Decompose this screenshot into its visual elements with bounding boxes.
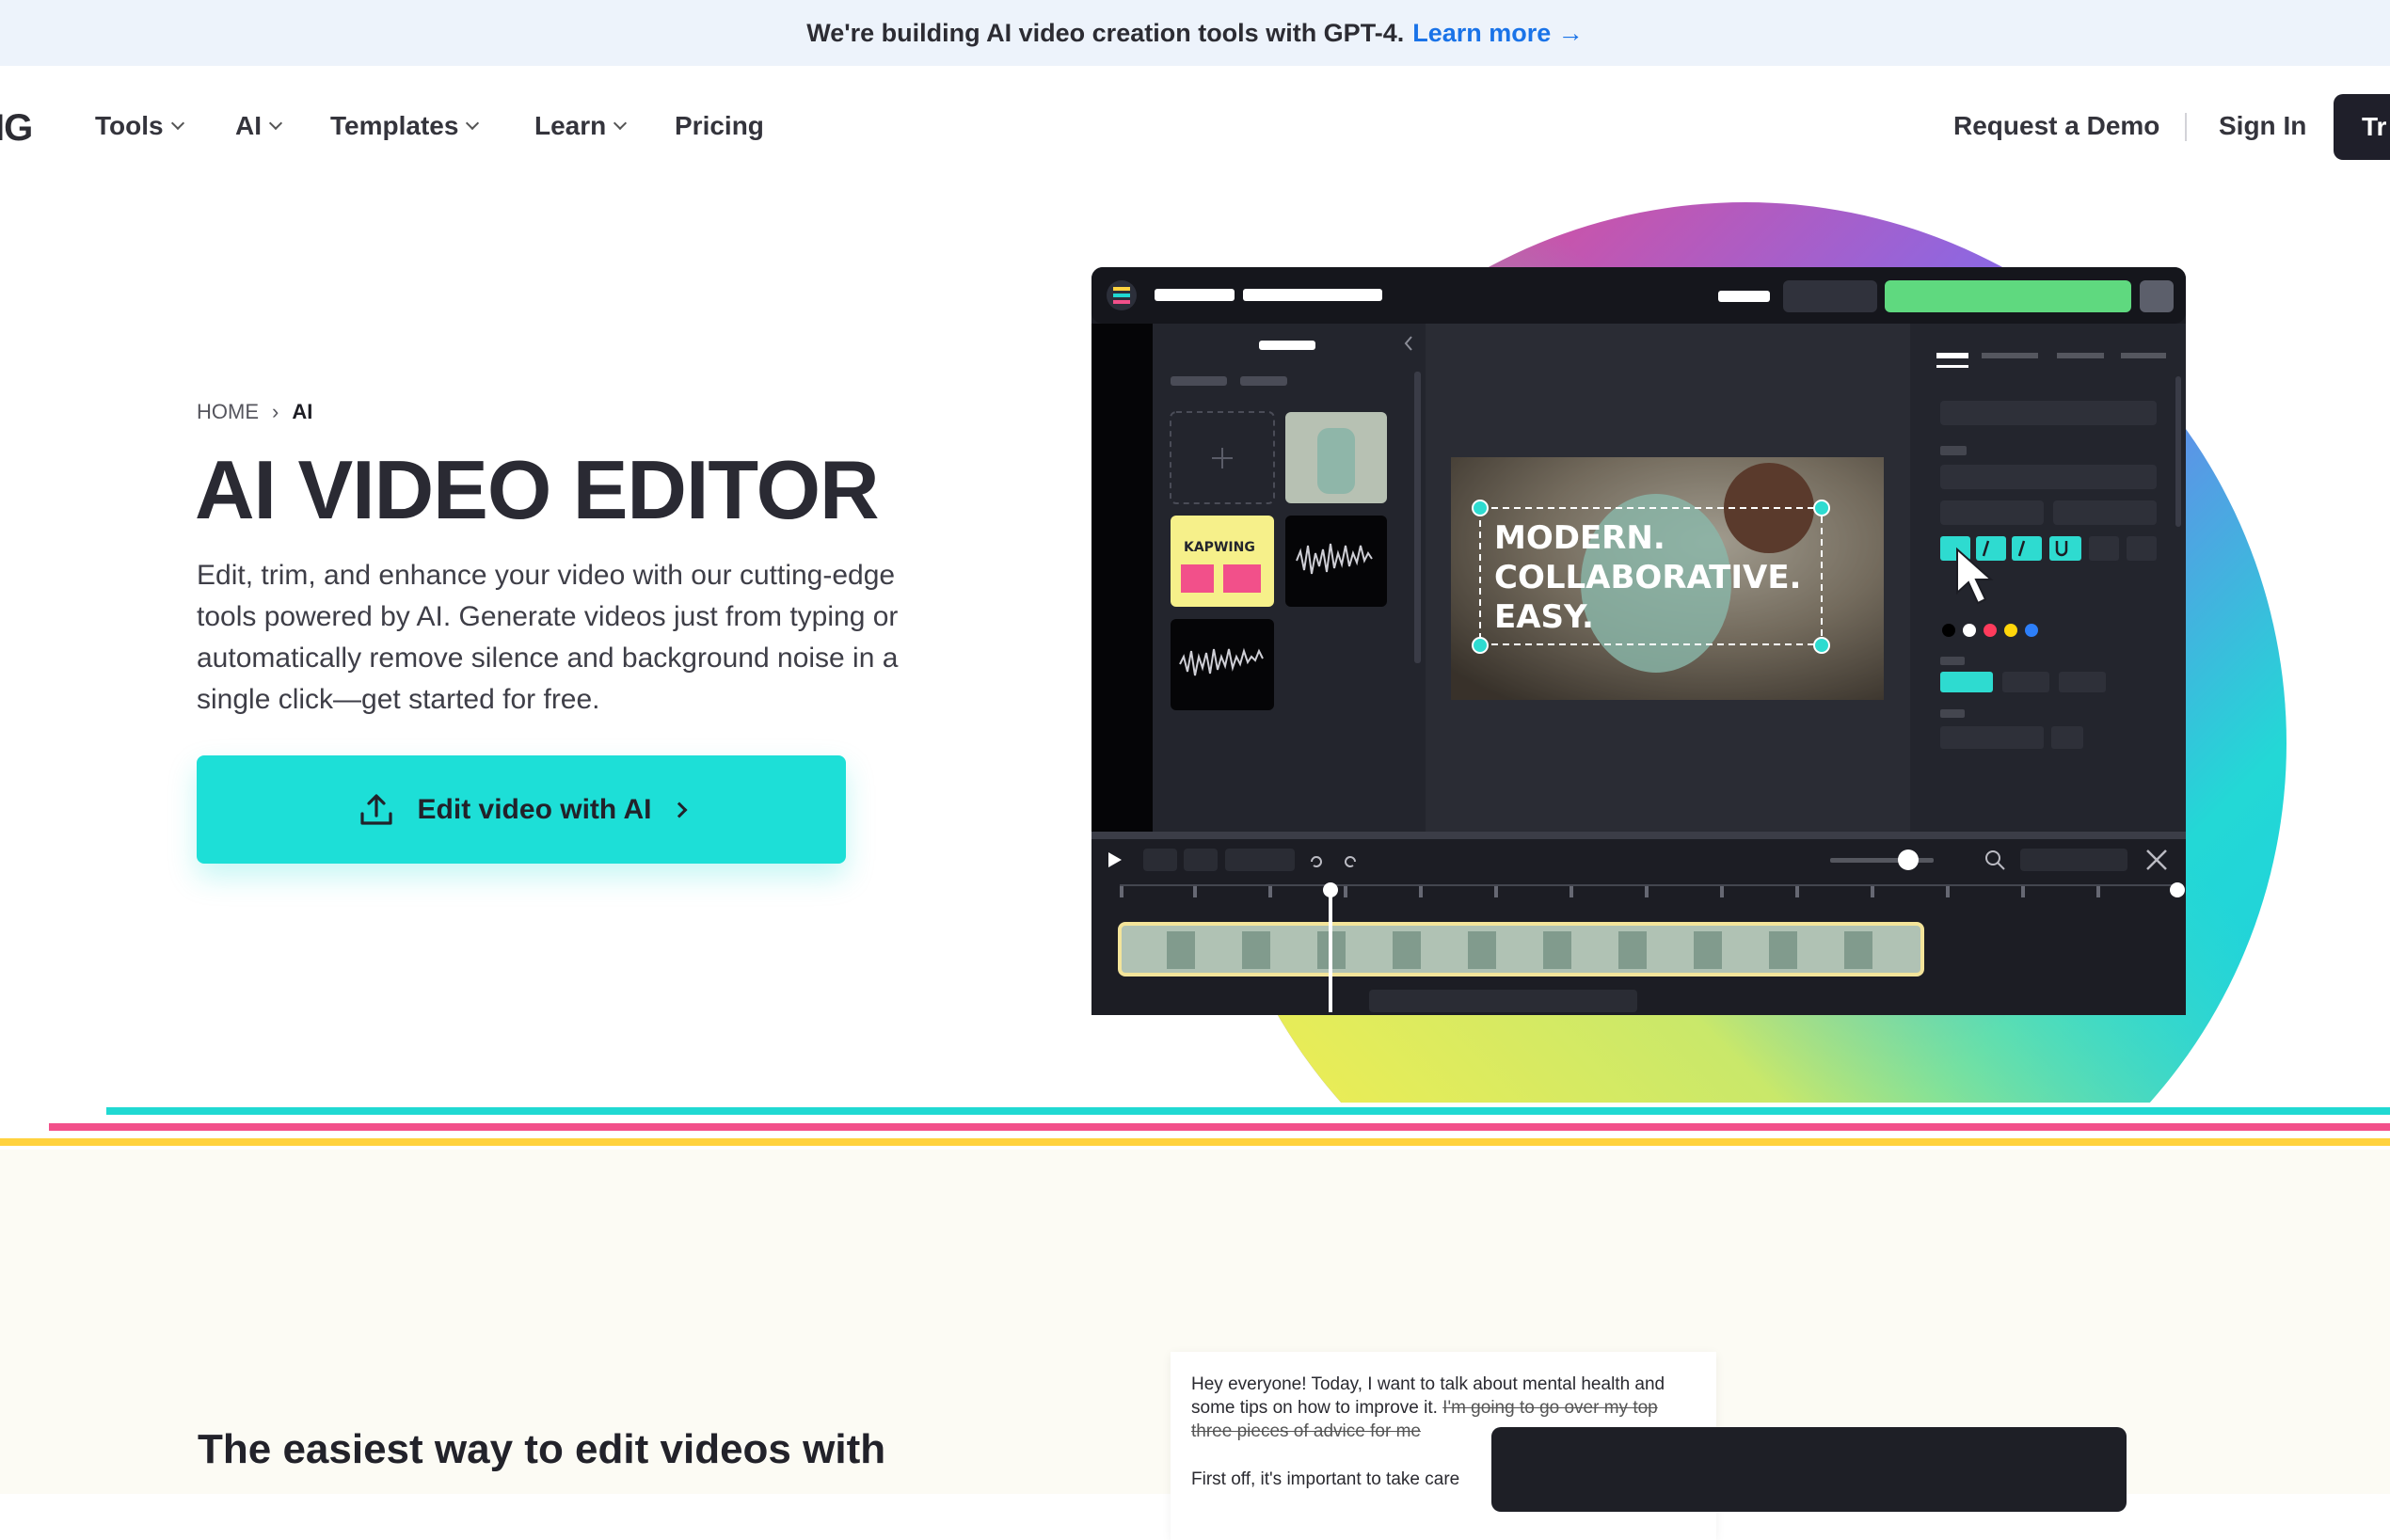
kapwing-card-text: KAPWING [1184, 540, 1255, 555]
page-title: AI VIDEO EDITOR [195, 443, 880, 536]
nav-templates[interactable]: Templates [330, 111, 480, 141]
nav-divider [2185, 113, 2187, 141]
nav-ai-label: AI [235, 111, 262, 140]
try-button[interactable]: Tr [2334, 94, 2390, 160]
logo[interactable]: IG [0, 107, 33, 150]
video-preview-card [1491, 1427, 2127, 1512]
nav-ai[interactable]: AI [235, 111, 283, 141]
color-swatch-black [1942, 624, 1955, 637]
nav-tools-label: Tools [95, 111, 164, 140]
sign-in-link[interactable]: Sign In [2219, 111, 2306, 141]
upload-icon [359, 793, 392, 825]
cursor-icon [1956, 547, 1994, 605]
announcement-banner: We're building AI video creation tools w… [0, 0, 2390, 66]
breadcrumb-separator: › [272, 400, 279, 423]
banner-text: We're building AI video creation tools w… [806, 18, 1405, 47]
hero-description: Edit, trim, and enhance your video with … [197, 560, 899, 715]
chevron-down-icon [466, 116, 480, 131]
breadcrumb: HOME › AI [197, 400, 312, 424]
chevron-down-icon [170, 116, 184, 131]
top-navigation: IG Tools AI Templates Learn Pricing Requ… [0, 66, 2390, 188]
caption-line-1: MODERN. [1494, 519, 1665, 557]
edit-video-with-ai-button[interactable]: Edit video with AI [197, 755, 846, 864]
nav-learn[interactable]: Learn [534, 111, 628, 141]
color-swatch-red [1984, 624, 1997, 637]
features-section: The easiest way to edit videos with Hey … [0, 1150, 2390, 1540]
nav-tools[interactable]: Tools [95, 111, 184, 141]
breadcrumb-current: AI [292, 400, 313, 423]
chevron-down-icon [268, 116, 283, 131]
breadcrumb-home[interactable]: HOME [197, 400, 259, 424]
color-swatch-blue [2025, 624, 2038, 637]
nav-pricing-label: Pricing [675, 111, 764, 140]
play-icon [1108, 852, 1122, 867]
nav-pricing[interactable]: Pricing [675, 111, 764, 141]
caption-line-2: COLLABORATIVE. [1494, 559, 1801, 596]
color-swatch-yellow [2004, 624, 2017, 637]
chevron-right-icon [671, 802, 688, 818]
nav-templates-label: Templates [330, 111, 459, 140]
cta-label: Edit video with AI [417, 793, 652, 825]
nav-learn-label: Learn [534, 111, 607, 140]
chevron-down-icon [613, 116, 628, 131]
editor-mockup: KAPWING MODERN. COLLABORATIVE. EASY. [1091, 267, 2186, 1015]
decorative-stripes [0, 1107, 2390, 1146]
learn-more-link[interactable]: Learn more → [1412, 19, 1584, 48]
color-swatch-white [1963, 624, 1976, 637]
request-demo-link[interactable]: Request a Demo [1953, 111, 2159, 141]
section-heading: The easiest way to edit videos with [198, 1426, 886, 1472]
caption-line-3: EASY. [1494, 598, 1594, 636]
